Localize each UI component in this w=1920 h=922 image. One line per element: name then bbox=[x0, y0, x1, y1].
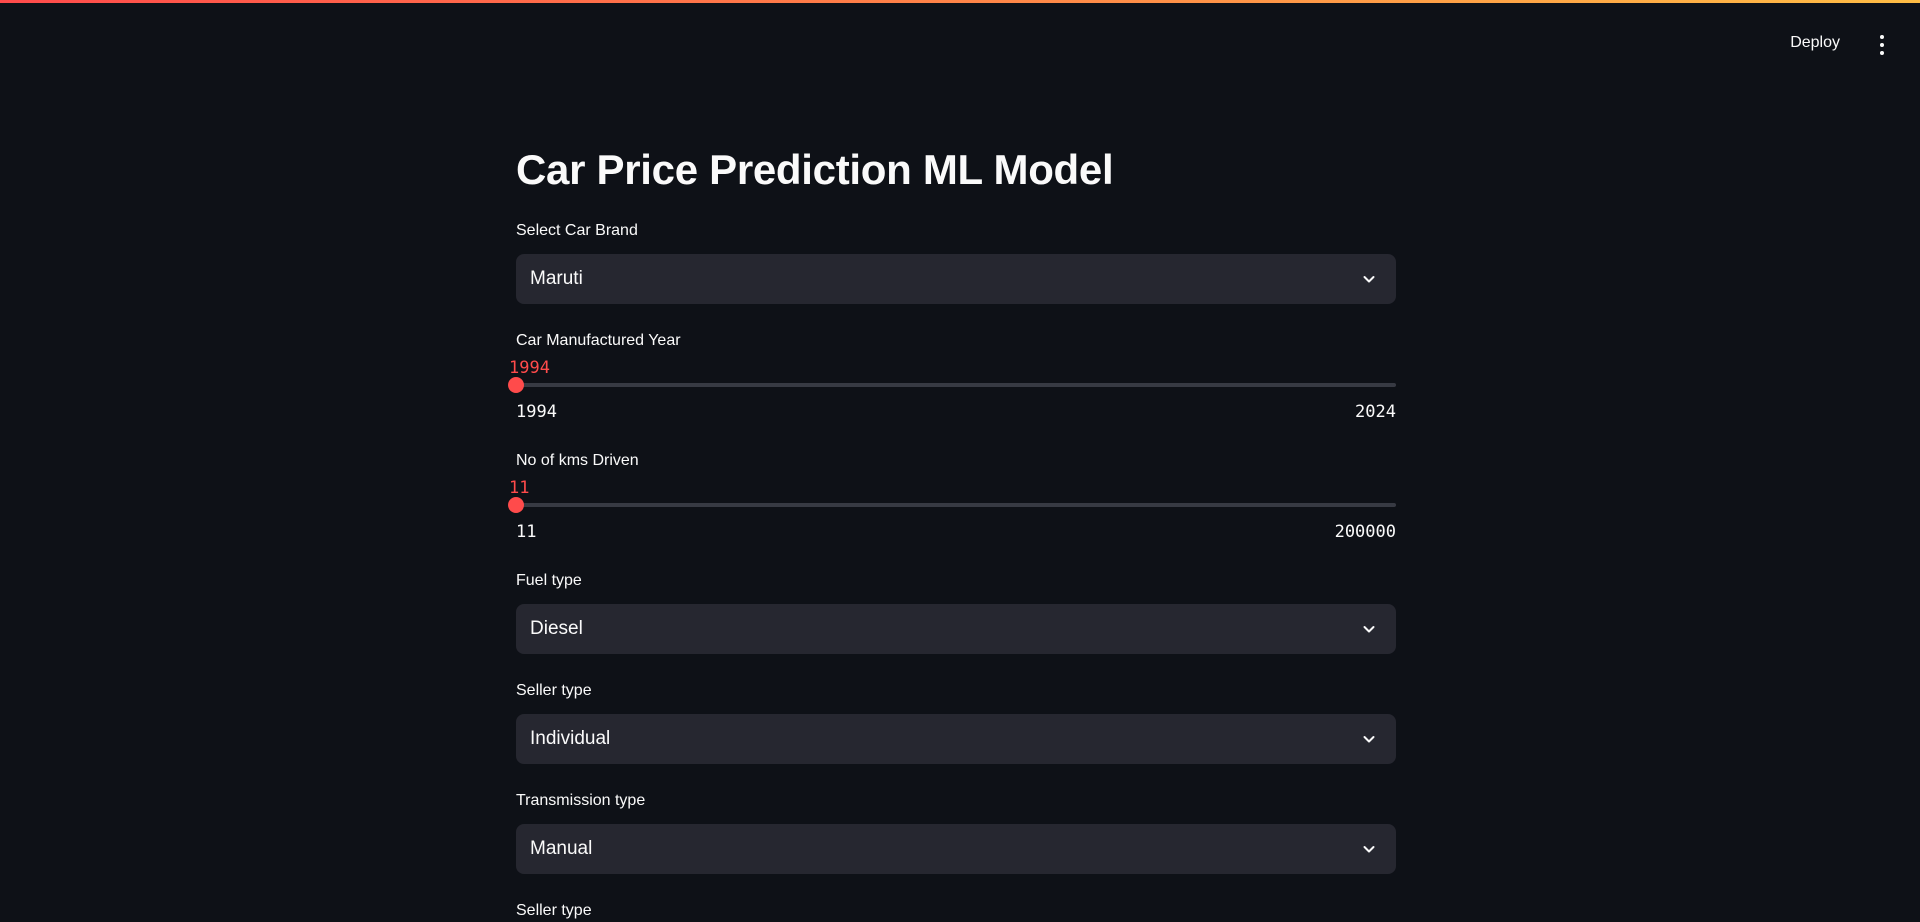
ellipsis-dot bbox=[1880, 43, 1884, 47]
deploy-button[interactable]: Deploy bbox=[1790, 34, 1840, 52]
seller2-field: Seller type bbox=[516, 900, 1396, 922]
chevron-down-icon bbox=[1363, 736, 1375, 743]
vertical-ellipsis-icon bbox=[1880, 35, 1884, 39]
ellipsis-dot bbox=[1880, 51, 1884, 55]
brand-selected-value: Maruti bbox=[530, 268, 583, 289]
kms-slider-min: 11 bbox=[516, 522, 537, 542]
transmission-select[interactable]: Manual bbox=[516, 824, 1396, 874]
main-menu-button[interactable] bbox=[1874, 34, 1890, 56]
seller-select[interactable]: Individual bbox=[516, 714, 1396, 764]
transmission-selected-value: Manual bbox=[530, 838, 593, 859]
chevron-down-icon bbox=[1363, 276, 1375, 283]
year-slider[interactable]: 1994 1994 2024 bbox=[508, 330, 1396, 434]
kms-slider-track[interactable] bbox=[516, 503, 1396, 507]
year-slider-value: 1994 bbox=[509, 358, 550, 378]
transmission-label: Transmission type bbox=[516, 792, 646, 809]
seller2-label: Seller type bbox=[516, 902, 592, 919]
kms-field: No of kms Driven 11 11 200000 bbox=[508, 450, 1396, 554]
fuel-field: Fuel type Diesel bbox=[516, 570, 1396, 654]
kms-slider-value: 11 bbox=[509, 478, 530, 498]
kms-slider[interactable]: 11 11 200000 bbox=[508, 450, 1396, 554]
fuel-select[interactable]: Diesel bbox=[516, 604, 1396, 654]
kms-slider-thumb[interactable] bbox=[508, 497, 524, 513]
year-field: Car Manufactured Year 1994 1994 2024 bbox=[508, 330, 1396, 434]
chevron-down-icon bbox=[1363, 846, 1375, 853]
fuel-label: Fuel type bbox=[516, 572, 582, 589]
year-slider-track[interactable] bbox=[516, 383, 1396, 387]
kms-slider-max: 200000 bbox=[1334, 522, 1396, 542]
year-slider-thumb[interactable] bbox=[508, 377, 524, 393]
brand-field: Select Car Brand Maruti bbox=[516, 220, 1396, 304]
fuel-selected-value: Diesel bbox=[530, 618, 583, 639]
seller-field: Seller type Individual bbox=[516, 680, 1396, 764]
chevron-down-icon bbox=[1363, 626, 1375, 633]
seller-label: Seller type bbox=[516, 682, 592, 699]
main-content: Car Price Prediction ML Model Select Car… bbox=[508, 140, 1396, 922]
year-slider-min: 1994 bbox=[516, 402, 557, 422]
seller-selected-value: Individual bbox=[530, 728, 611, 749]
page-title: Car Price Prediction ML Model bbox=[516, 146, 1114, 193]
brand-select[interactable]: Maruti bbox=[516, 254, 1396, 304]
brand-label: Select Car Brand bbox=[516, 222, 638, 239]
transmission-field: Transmission type Manual bbox=[516, 790, 1396, 874]
year-slider-max: 2024 bbox=[1355, 402, 1396, 422]
app-header: Deploy bbox=[0, 0, 1920, 60]
